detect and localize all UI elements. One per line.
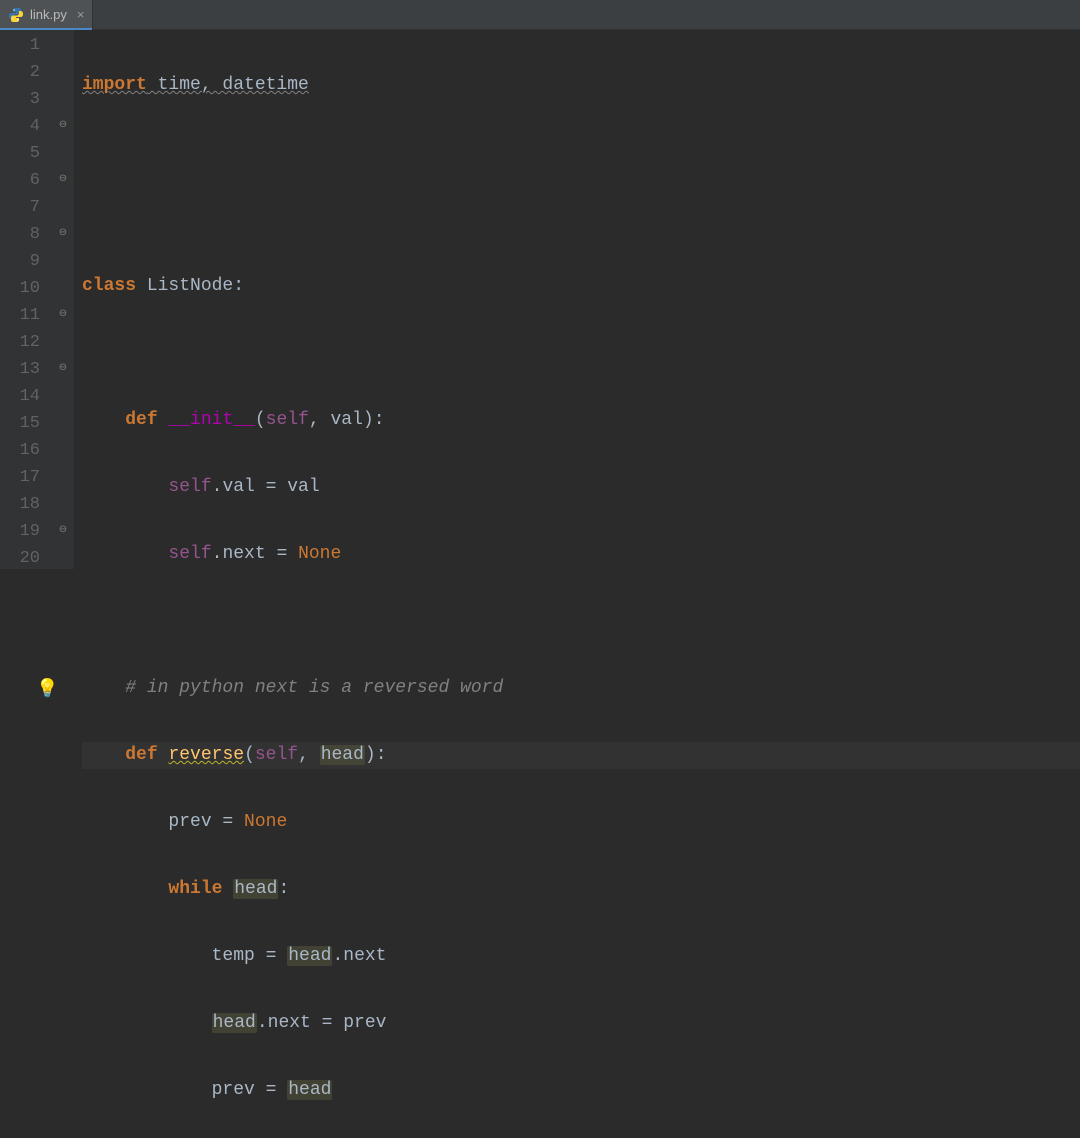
line-number: 13 [0, 356, 54, 383]
file-tab-link-py[interactable]: link.py × [0, 0, 93, 29]
line-number: 2 [0, 59, 54, 86]
code-line[interactable]: head.next = prev [82, 1010, 1080, 1037]
line-number: 12 [0, 329, 54, 356]
code-line[interactable]: class ListNode: [82, 273, 1080, 300]
fold-end-icon[interactable]: ⊖ [56, 523, 70, 537]
lightbulb-icon[interactable]: 💡 [36, 677, 58, 704]
line-number: 9 [0, 248, 54, 275]
code-line[interactable]: prev = head [82, 1077, 1080, 1104]
fold-end-icon[interactable]: ⊖ [56, 226, 70, 240]
line-number: 1 [0, 32, 54, 59]
code-line-current[interactable]: def reverse(self, head): [82, 742, 1080, 769]
code-line[interactable]: temp = head.next [82, 943, 1080, 970]
line-number: 6 [0, 167, 54, 194]
fold-toggle-icon[interactable]: ⊖ [56, 172, 70, 186]
line-number: 16 [0, 437, 54, 464]
python-file-icon [8, 7, 24, 23]
code-line[interactable] [82, 340, 1080, 367]
code-line[interactable]: while head: [82, 876, 1080, 903]
line-number: 3 [0, 86, 54, 113]
line-number: 11 [0, 302, 54, 329]
line-number: 14 [0, 383, 54, 410]
code-line[interactable]: self.next = None [82, 541, 1080, 568]
fold-toggle-icon[interactable]: ⊖ [56, 307, 70, 321]
fold-toggle-icon[interactable]: ⊖ [56, 118, 70, 132]
line-number-gutter: 1 2 3 4 5 6 7 8 9 10 11 12 13 14 15 16 1… [0, 30, 54, 569]
code-line[interactable]: 💡# in python next is a reversed word [82, 675, 1080, 702]
line-number: 5 [0, 140, 54, 167]
code-line[interactable]: def __init__(self, val): [82, 407, 1080, 434]
close-tab-icon[interactable]: × [77, 7, 85, 22]
line-number: 15 [0, 410, 54, 437]
line-number: 4 [0, 113, 54, 140]
line-number: 20 [0, 545, 54, 572]
code-line[interactable] [82, 139, 1080, 166]
line-number: 10 [0, 275, 54, 302]
tab-filename: link.py [30, 7, 67, 22]
line-number: 19 [0, 518, 54, 545]
code-line[interactable]: self.val = val [82, 474, 1080, 501]
line-number: 8 [0, 221, 54, 248]
code-line[interactable] [82, 206, 1080, 233]
code-line[interactable]: prev = None [82, 809, 1080, 836]
line-number: 17 [0, 464, 54, 491]
code-line[interactable] [82, 608, 1080, 635]
code-line[interactable]: import time, datetime [82, 72, 1080, 99]
fold-gutter: ⊖ ⊖ ⊖ ⊖ ⊖ ⊖ [54, 30, 74, 569]
editor-area: 1 2 3 4 5 6 7 8 9 10 11 12 13 14 15 16 1… [0, 30, 1080, 569]
line-number: 18 [0, 491, 54, 518]
code-pane[interactable]: import time, datetime class ListNode: de… [74, 30, 1080, 569]
fold-toggle-icon[interactable]: ⊖ [56, 361, 70, 375]
line-number: 7 [0, 194, 54, 221]
tab-bar: link.py × [0, 0, 1080, 30]
